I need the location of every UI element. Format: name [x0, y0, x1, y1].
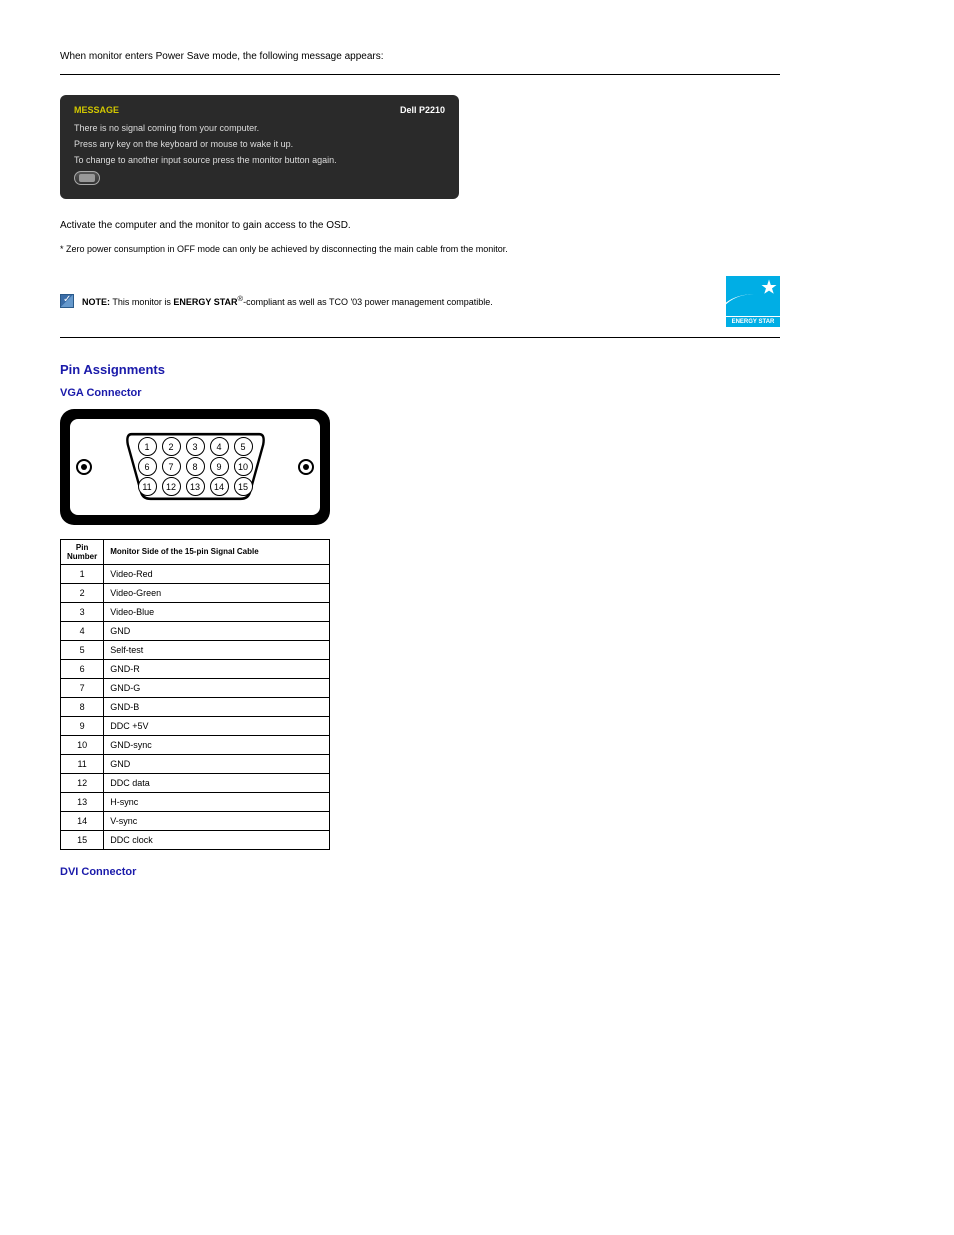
table-row: 6GND-R: [61, 659, 330, 678]
pin-number-cell: 9: [61, 716, 104, 735]
osd-line-2: Press any key on the keyboard or mouse t…: [74, 139, 445, 149]
pin-signal-cell: GND-G: [104, 678, 330, 697]
pin-signal-cell: GND-sync: [104, 735, 330, 754]
table-header-pin: Pin Number: [61, 539, 104, 564]
vga-pin: 3: [186, 437, 205, 456]
pin-number-cell: 6: [61, 659, 104, 678]
vga-pin: 4: [210, 437, 229, 456]
table-row: 10GND-sync: [61, 735, 330, 754]
vga-pin: 14: [210, 477, 229, 496]
osd-message-box: MESSAGE Dell P2210 There is no signal co…: [60, 95, 459, 199]
pin-signal-cell: DDC data: [104, 773, 330, 792]
vga-connector-diagram: 1 2 3 4 5 6 7 8 9 10 11: [60, 409, 330, 525]
vga-pin-row-1: 1 2 3 4 5: [138, 437, 253, 456]
section-heading-pin-assignments: Pin Assignments: [60, 362, 780, 377]
energy-star-label: ENERGY STAR: [726, 316, 780, 327]
table-row: 14V-sync: [61, 811, 330, 830]
vga-pin: 1: [138, 437, 157, 456]
sub-heading-dvi: DVI Connector: [60, 866, 780, 878]
divider-2: [60, 337, 780, 338]
table-row: 1Video-Red: [61, 564, 330, 583]
table-row: 5Self-test: [61, 640, 330, 659]
pin-signal-cell: GND: [104, 754, 330, 773]
pin-number-cell: 4: [61, 621, 104, 640]
vga-pin: 13: [186, 477, 205, 496]
osd-line-1: There is no signal coming from your comp…: [74, 123, 445, 133]
pin-signal-cell: DDC +5V: [104, 716, 330, 735]
note-icon: [60, 294, 74, 308]
connector-screw-icon: [298, 459, 314, 475]
pin-signal-cell: Video-Blue: [104, 602, 330, 621]
pin-number-cell: 14: [61, 811, 104, 830]
intro-text: When monitor enters Power Save mode, the…: [60, 50, 780, 64]
vga-pin: 12: [162, 477, 181, 496]
table-row: 13H-sync: [61, 792, 330, 811]
vga-pin: 9: [210, 457, 229, 476]
vga-pin: 8: [186, 457, 205, 476]
osd-line-3: To change to another input source press …: [74, 155, 445, 165]
vga-input-icon: [74, 171, 100, 185]
pin-number-cell: 13: [61, 792, 104, 811]
body-text-2: * Zero power consumption in OFF mode can…: [60, 243, 780, 256]
vga-pin-row-3: 11 12 13 14 15: [138, 477, 253, 496]
pin-number-cell: 15: [61, 830, 104, 849]
pin-signal-cell: Video-Red: [104, 564, 330, 583]
pin-number-cell: 3: [61, 602, 104, 621]
pin-signal-cell: GND: [104, 621, 330, 640]
table-row: 15DDC clock: [61, 830, 330, 849]
vga-pin-row-2: 6 7 8 9 10: [138, 457, 253, 476]
table-row: 11GND: [61, 754, 330, 773]
table-header-signal: Monitor Side of the 15-pin Signal Cable: [104, 539, 330, 564]
vga-pin: 7: [162, 457, 181, 476]
table-row: 3Video-Blue: [61, 602, 330, 621]
osd-title: MESSAGE: [74, 105, 119, 115]
pin-number-cell: 2: [61, 583, 104, 602]
pin-number-cell: 8: [61, 697, 104, 716]
energy-star-logo: ENERGY STAR: [726, 276, 780, 327]
pin-signal-cell: GND-R: [104, 659, 330, 678]
connector-screw-icon: [76, 459, 92, 475]
osd-model: Dell P2210: [400, 105, 445, 115]
vga-pin: 2: [162, 437, 181, 456]
table-row: 7GND-G: [61, 678, 330, 697]
vga-pin: 11: [138, 477, 157, 496]
pin-number-cell: 11: [61, 754, 104, 773]
table-row: 12DDC data: [61, 773, 330, 792]
pin-number-cell: 7: [61, 678, 104, 697]
pin-signal-cell: H-sync: [104, 792, 330, 811]
pin-signal-cell: V-sync: [104, 811, 330, 830]
body-text-1: Activate the computer and the monitor to…: [60, 219, 780, 233]
pin-signal-cell: GND-B: [104, 697, 330, 716]
pin-number-cell: 10: [61, 735, 104, 754]
note-text: NOTE: This monitor is ENERGY STAR®-compl…: [82, 294, 493, 309]
vga-pin: 10: [234, 457, 253, 476]
note-row: NOTE: This monitor is ENERGY STAR®-compl…: [60, 294, 706, 309]
vga-pin: 5: [234, 437, 253, 456]
pin-number-cell: 5: [61, 640, 104, 659]
divider: [60, 74, 780, 75]
vga-pin: 15: [234, 477, 253, 496]
pin-assignment-table: Pin Number Monitor Side of the 15-pin Si…: [60, 539, 330, 850]
table-row: 9DDC +5V: [61, 716, 330, 735]
table-row: 4GND: [61, 621, 330, 640]
pin-signal-cell: Self-test: [104, 640, 330, 659]
vga-pin: 6: [138, 457, 157, 476]
pin-number-cell: 12: [61, 773, 104, 792]
sub-heading-vga: VGA Connector: [60, 387, 780, 399]
pin-signal-cell: DDC clock: [104, 830, 330, 849]
pin-signal-cell: Video-Green: [104, 583, 330, 602]
pin-number-cell: 1: [61, 564, 104, 583]
table-row: 8GND-B: [61, 697, 330, 716]
table-row: 2Video-Green: [61, 583, 330, 602]
